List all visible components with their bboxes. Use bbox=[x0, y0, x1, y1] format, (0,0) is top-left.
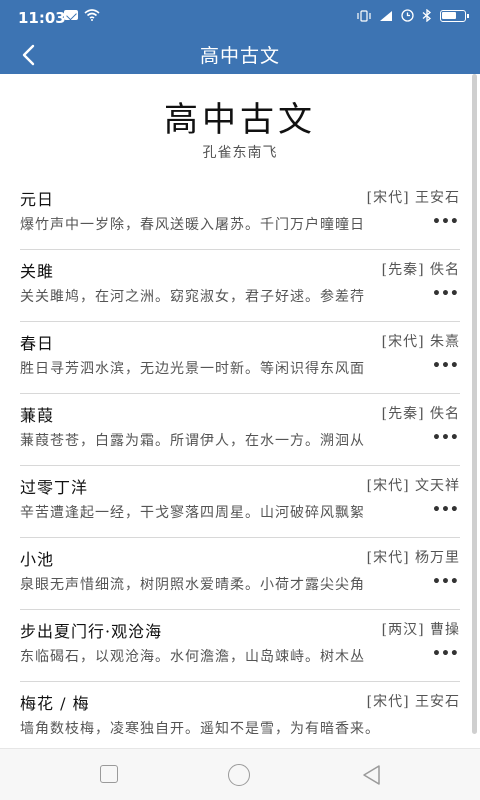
triangle-back-icon bbox=[363, 765, 380, 785]
poem-item[interactable]: 步出夏门行·观沧海 [两汉] 曹操 东临碣石，以观沧海。水何澹澹，山岛竦峙。树木… bbox=[20, 610, 460, 682]
mail-icon bbox=[64, 10, 78, 20]
vibrate-icon bbox=[357, 9, 371, 22]
poem-item[interactable]: 春日 [宋代] 朱熹 胜日寻芳泗水滨，无边光景一时新。等闲识得东风面 ••• bbox=[20, 322, 460, 394]
poem-excerpt: 爆竹声中一岁除，春风送暖入屠苏。千门万户曈曈日 ••• bbox=[20, 214, 460, 234]
poem-excerpt: 泉眼无声惜细流，树阴照水爱晴柔。小荷才露尖尖角 ••• bbox=[20, 574, 460, 594]
poem-title: 春日 bbox=[20, 334, 55, 353]
poem-excerpt-text: 关关雎鸠，在河之洲。窈窕淑女，君子好逑。参差荇 bbox=[20, 289, 365, 305]
poem-title: 梅花 / 梅 bbox=[20, 694, 90, 713]
poem-author: [先秦] 佚名 bbox=[381, 262, 460, 278]
poem-author: [宋代] 王安石 bbox=[366, 190, 460, 206]
signal-icon bbox=[380, 10, 392, 21]
poem-item[interactable]: 关雎 [先秦] 佚名 关关雎鸠，在河之洲。窈窕淑女，君子好逑。参差荇 ••• bbox=[20, 250, 460, 322]
poem-item[interactable]: 过零丁洋 [宋代] 文天祥 辛苦遭逢起一经，干戈寥落四周星。山河破碎风飘絮 ••• bbox=[20, 466, 460, 538]
scrollbar[interactable] bbox=[472, 74, 477, 734]
poem-title: 步出夏门行·观沧海 bbox=[20, 622, 163, 641]
back-nav-button[interactable] bbox=[360, 763, 382, 787]
poem-excerpt-text: 墙角数枝梅，凌寒独自开。遥知不是雪，为有暗香来。 bbox=[20, 721, 380, 737]
poem-title: 小池 bbox=[20, 550, 55, 569]
ellipsis: ••• bbox=[432, 286, 459, 302]
poem-excerpt-text: 胜日寻芳泗水滨，无边光景一时新。等闲识得东风面 bbox=[20, 361, 365, 377]
poem-title: 蒹葭 bbox=[20, 406, 55, 425]
poem-item[interactable]: 元日 [宋代] 王安石 爆竹声中一岁除，春风送暖入屠苏。千门万户曈曈日 ••• bbox=[20, 178, 460, 250]
poem-content[interactable]: 高中古文 孔雀东南飞 元日 [宋代] 王安石 爆竹声中一岁除，春风送暖入屠苏。千… bbox=[0, 74, 480, 748]
poem-author: [两汉] 曹操 bbox=[381, 622, 460, 638]
poem-author: [先秦] 佚名 bbox=[381, 406, 460, 422]
system-nav-bar bbox=[0, 748, 480, 800]
poem-excerpt: 胜日寻芳泗水滨，无边光景一时新。等闲识得东风面 ••• bbox=[20, 358, 460, 378]
poem-title: 过零丁洋 bbox=[20, 478, 89, 497]
ellipsis: ••• bbox=[432, 214, 459, 230]
wifi-icon bbox=[84, 9, 100, 21]
poem-excerpt: 辛苦遭逢起一经，干戈寥落四周星。山河破碎风飘絮 ••• bbox=[20, 502, 460, 522]
header-bar: 高中古文 bbox=[0, 36, 480, 74]
poem-item[interactable]: 梅花 / 梅 [宋代] 王安石 墙角数枝梅，凌寒独自开。遥知不是雪，为有暗香来。 bbox=[20, 682, 460, 748]
poem-item[interactable]: 小池 [宋代] 杨万里 泉眼无声惜细流，树阴照水爱晴柔。小荷才露尖尖角 ••• bbox=[20, 538, 460, 610]
poem-item[interactable]: 蒹葭 [先秦] 佚名 蒹葭苍苍，白露为霜。所谓伊人，在水一方。溯洄从 ••• bbox=[20, 394, 460, 466]
page-subtitle: 孔雀东南飞 bbox=[202, 145, 278, 161]
home-button[interactable] bbox=[228, 764, 250, 786]
alarm-icon bbox=[401, 9, 414, 22]
ellipsis: ••• bbox=[432, 574, 459, 590]
poem-excerpt-text: 泉眼无声惜细流，树阴照水爱晴柔。小荷才露尖尖角 bbox=[20, 577, 365, 593]
poem-excerpt-text: 辛苦遭逢起一经，干戈寥落四周星。山河破碎风飘絮 bbox=[20, 505, 365, 521]
poem-excerpt: 东临碣石，以观沧海。水何澹澹，山岛竦峙。树木丛 ••• bbox=[20, 646, 460, 666]
ellipsis: ••• bbox=[432, 358, 459, 374]
poem-author: [宋代] 杨万里 bbox=[366, 550, 460, 566]
poem-author: [宋代] 文天祥 bbox=[366, 478, 460, 494]
bluetooth-icon bbox=[422, 9, 432, 22]
poem-excerpt-text: 爆竹声中一岁除，春风送暖入屠苏。千门万户曈曈日 bbox=[20, 217, 365, 233]
page-title: 高中古文 bbox=[164, 100, 316, 140]
battery-icon bbox=[440, 9, 469, 22]
status-system-icons bbox=[357, 9, 469, 22]
poem-author: [宋代] 王安石 bbox=[366, 694, 460, 710]
poem-excerpt: 蒹葭苍苍，白露为霜。所谓伊人，在水一方。溯洄从 ••• bbox=[20, 430, 460, 450]
status-time: 11:03 bbox=[18, 9, 66, 27]
recent-apps-button[interactable] bbox=[100, 765, 118, 783]
ellipsis: ••• bbox=[432, 430, 459, 446]
poem-excerpt-text: 蒹葭苍苍，白露为霜。所谓伊人，在水一方。溯洄从 bbox=[20, 433, 365, 449]
ellipsis: ••• bbox=[432, 646, 459, 662]
header-title: 高中古文 bbox=[199, 45, 280, 67]
status-bar: 11:03 bbox=[0, 0, 480, 36]
poem-excerpt: 关关雎鸠，在河之洲。窈窕淑女，君子好逑。参差荇 ••• bbox=[20, 286, 460, 306]
poem-title: 元日 bbox=[20, 190, 55, 209]
ellipsis: ••• bbox=[432, 502, 459, 518]
status-notification-icons bbox=[64, 9, 100, 21]
poem-list: 元日 [宋代] 王安石 爆竹声中一岁除，春风送暖入屠苏。千门万户曈曈日 ••• 关… bbox=[20, 178, 460, 748]
poem-excerpt-text: 东临碣石，以观沧海。水何澹澹，山岛竦峙。树木丛 bbox=[20, 649, 365, 665]
poem-excerpt: 墙角数枝梅，凌寒独自开。遥知不是雪，为有暗香来。 bbox=[20, 718, 460, 738]
poem-author: [宋代] 朱熹 bbox=[381, 334, 460, 350]
poem-title: 关雎 bbox=[20, 262, 55, 281]
